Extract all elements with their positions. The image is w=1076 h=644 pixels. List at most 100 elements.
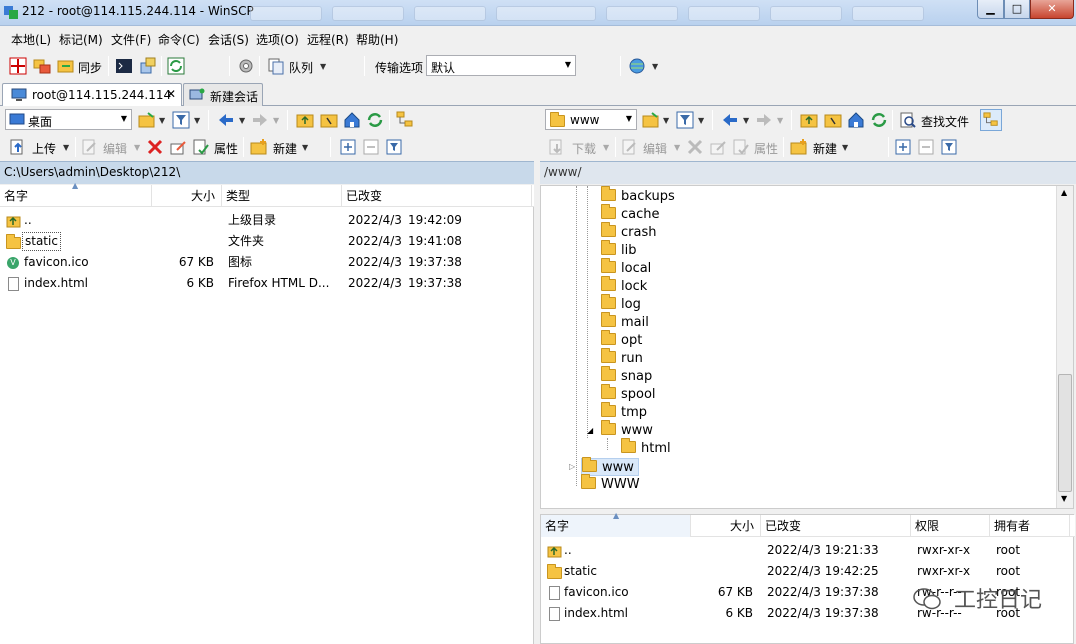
column-permissions[interactable]: 权限 <box>911 515 990 537</box>
dropdown-arrow[interactable]: ▼ <box>743 116 749 125</box>
root-directory-icon[interactable] <box>824 111 842 129</box>
filter-icon[interactable] <box>172 111 190 129</box>
dropdown-arrow[interactable]: ▼ <box>194 116 200 125</box>
local-location-select[interactable]: 桌面 ▼ <box>5 109 132 130</box>
tab-session-root[interactable]: root@114.115.244.114 ✕ <box>2 83 182 106</box>
dropdown-arrow[interactable]: ▼ <box>663 116 669 125</box>
forward-arrow-icon[interactable] <box>755 111 773 129</box>
dropdown-arrow[interactable]: ▼ <box>698 116 704 125</box>
properties-icon[interactable] <box>192 138 210 156</box>
tree-item[interactable]: cache <box>601 204 660 224</box>
column-owner[interactable]: 拥有者 <box>990 515 1070 537</box>
unselect-icon[interactable] <box>362 138 380 156</box>
table-row[interactable]: V favicon.ico 67 KB 图标 2022/4/3 19:37:38 <box>0 252 534 273</box>
column-size[interactable]: 大小 <box>691 515 761 537</box>
table-row[interactable]: static 文件夹 2022/4/3 19:41:08 <box>0 231 534 252</box>
new-folder-icon[interactable] <box>250 138 268 156</box>
preferences-gear-icon[interactable] <box>237 57 255 75</box>
menu-local[interactable]: 本地(L) <box>11 31 51 48</box>
synchronize-icon[interactable] <box>57 57 75 75</box>
tree-item[interactable]: html <box>621 438 671 458</box>
compare-directories-icon[interactable] <box>9 57 27 75</box>
back-arrow-icon[interactable] <box>721 111 739 129</box>
expand-arrow-icon[interactable]: ▷ <box>569 462 575 471</box>
properties-icon[interactable] <box>732 138 750 156</box>
dropdown-arrow[interactable]: ▼ <box>159 116 165 125</box>
new-label[interactable]: 新建 <box>273 140 297 157</box>
menu-help[interactable]: 帮助(H) <box>356 31 398 48</box>
menu-file[interactable]: 文件(F) <box>111 31 151 48</box>
collapse-arrow-icon[interactable]: ◢ <box>587 426 593 435</box>
tree-toggle-button[interactable] <box>980 109 1002 131</box>
edit-icon[interactable] <box>621 138 639 156</box>
transfer-settings-select[interactable]: 默认 ▼ <box>426 55 576 76</box>
dropdown-arrow[interactable]: ▼ <box>674 143 680 152</box>
download-icon[interactable] <box>548 138 566 156</box>
refresh-icon[interactable] <box>366 111 384 129</box>
close-tab-icon[interactable]: ✕ <box>166 87 176 101</box>
new-label[interactable]: 新建 <box>813 140 837 157</box>
forward-arrow-icon[interactable] <box>251 111 269 129</box>
tree-scrollbar[interactable]: ▲ ▼ <box>1056 186 1073 508</box>
new-folder-icon[interactable] <box>790 138 808 156</box>
open-directory-icon[interactable] <box>138 111 156 129</box>
column-changed[interactable]: 已改变 <box>342 185 532 207</box>
open-directory-icon[interactable] <box>642 111 660 129</box>
back-arrow-icon[interactable] <box>217 111 235 129</box>
refresh-session-icon[interactable] <box>167 57 185 75</box>
properties-label[interactable]: 属性 <box>754 140 778 157</box>
home-icon[interactable] <box>343 111 361 129</box>
dropdown-arrow[interactable]: ▼ <box>777 116 783 125</box>
tab-new-session[interactable]: 新建会话 <box>183 83 263 106</box>
rename-icon[interactable] <box>169 138 187 156</box>
dropdown-arrow[interactable]: ▼ <box>134 143 140 152</box>
menu-options[interactable]: 选项(O) <box>256 31 299 48</box>
remote-location-select[interactable]: www ▼ <box>545 109 637 130</box>
root-directory-icon[interactable] <box>320 111 338 129</box>
parent-directory-icon[interactable] <box>296 111 314 129</box>
dropdown-arrow[interactable]: ▼ <box>239 116 245 125</box>
scroll-up-icon[interactable]: ▲ <box>1061 188 1067 197</box>
find-files-icon[interactable] <box>899 111 917 129</box>
download-label[interactable]: 下载 <box>572 140 596 157</box>
dropdown-arrow[interactable]: ▼ <box>842 143 848 152</box>
tree-item[interactable]: WWW <box>581 474 640 494</box>
find-files-label[interactable]: 查找文件 <box>921 113 969 130</box>
column-changed[interactable]: 已改变 <box>761 515 911 537</box>
rename-icon[interactable] <box>709 138 727 156</box>
menu-remote[interactable]: 远程(R) <box>307 31 349 48</box>
network-globe-icon[interactable] <box>628 57 646 75</box>
close-button[interactable]: ✕ <box>1030 0 1074 19</box>
minimize-button[interactable]: ▁ <box>977 0 1004 19</box>
filter-select-icon[interactable] <box>940 138 958 156</box>
queue-label[interactable]: 队列 <box>289 59 313 76</box>
home-icon[interactable] <box>847 111 865 129</box>
queue-dropdown-arrow[interactable]: ▼ <box>320 62 326 71</box>
select-all-icon[interactable] <box>894 138 912 156</box>
filter-icon[interactable] <box>676 111 694 129</box>
dropdown-arrow[interactable]: ▼ <box>603 143 609 152</box>
delete-icon[interactable] <box>686 138 704 156</box>
tree-view-icon[interactable] <box>396 111 414 129</box>
filter-select-icon[interactable] <box>385 138 403 156</box>
upload-icon[interactable] <box>9 138 27 156</box>
globe-dropdown-arrow[interactable]: ▼ <box>652 62 658 71</box>
table-row[interactable]: index.html 6 KB Firefox HTML D... 2022/4… <box>0 273 534 294</box>
parent-directory-icon[interactable] <box>800 111 818 129</box>
menu-session[interactable]: 会话(S) <box>208 31 249 48</box>
table-row[interactable]: .. 2022/4/3 19:21:33 rwxr-xr-x root <box>541 540 1075 561</box>
unselect-icon[interactable] <box>917 138 935 156</box>
delete-icon[interactable] <box>146 138 164 156</box>
maximize-button[interactable]: □ <box>1004 0 1030 19</box>
edit-label[interactable]: 编辑 <box>103 140 127 157</box>
scroll-down-icon[interactable]: ▼ <box>1061 494 1067 503</box>
console-icon[interactable] <box>115 57 133 75</box>
dropdown-arrow[interactable]: ▼ <box>273 116 279 125</box>
sync-label[interactable]: 同步 <box>78 59 102 76</box>
putty-icon[interactable] <box>139 57 157 75</box>
table-row[interactable]: .. 上级目录 2022/4/3 19:42:09 <box>0 210 534 231</box>
queue-icon[interactable] <box>267 57 285 75</box>
properties-label[interactable]: 属性 <box>214 140 238 157</box>
edit-label[interactable]: 编辑 <box>643 140 667 157</box>
dropdown-arrow[interactable]: ▼ <box>63 143 69 152</box>
